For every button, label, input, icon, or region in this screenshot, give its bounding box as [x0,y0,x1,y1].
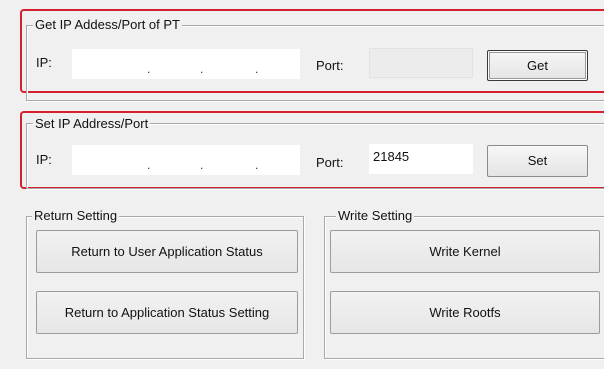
ip-dot-separator: . [147,62,151,76]
get-port-field [369,48,473,78]
set-button[interactable]: Set [487,145,588,177]
ip-dot-separator: . [200,158,204,172]
return-to-user-application-status-button[interactable]: Return to User Application Status [36,230,298,273]
return-to-application-status-setting-button[interactable]: Return to Application Status Setting [36,291,298,334]
ip-dot-separator: . [147,158,151,172]
get-ip-label: IP: [36,55,52,70]
ip-dot-separator: . [200,62,204,76]
get-button[interactable]: Get [487,50,588,81]
write-setting-title: Write Setting [336,208,415,223]
ip-dot-separator: . [255,158,259,172]
ip-dot-separator: . [255,62,259,76]
get-ip-port-title: Get IP Addess/Port of PT [33,17,182,32]
set-ip-address-field[interactable]: . . . [72,145,300,175]
write-kernel-button[interactable]: Write Kernel [330,230,600,273]
set-ip-label: IP: [36,152,52,167]
set-port-field[interactable]: 21845 [369,144,473,174]
get-port-label: Port: [316,58,344,73]
get-ip-address-field[interactable]: . . . [72,49,300,79]
set-port-label: Port: [316,155,344,170]
write-rootfs-button[interactable]: Write Rootfs [330,291,600,334]
return-setting-title: Return Setting [32,208,120,223]
set-ip-port-title: Set IP Address/Port [33,116,151,131]
